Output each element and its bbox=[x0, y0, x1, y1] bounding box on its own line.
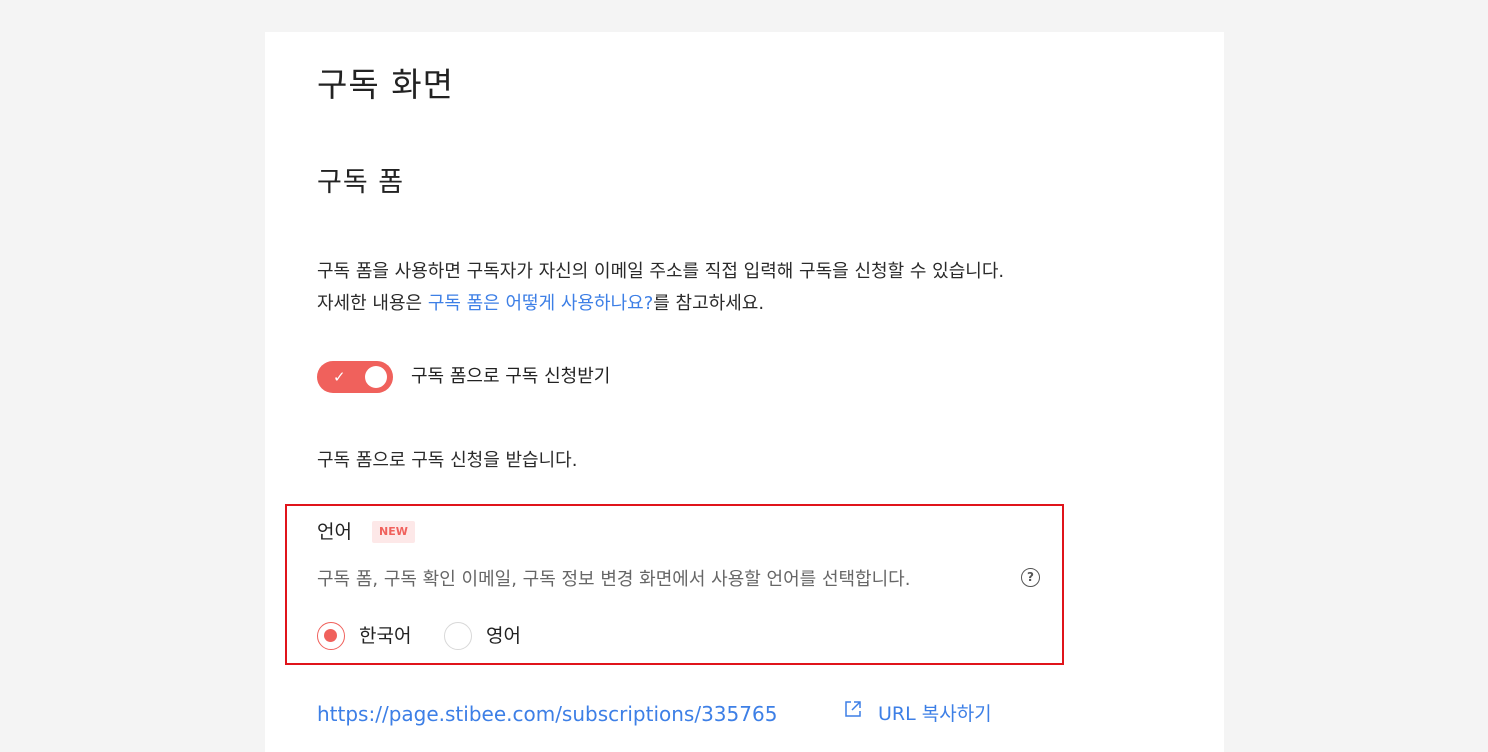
description-suffix: 를 참고하세요. bbox=[653, 293, 765, 314]
radio-korean-label[interactable]: 한국어 bbox=[359, 623, 411, 649]
subscription-url-link[interactable]: https://page.stibee.com/subscriptions/33… bbox=[317, 700, 777, 728]
radio-english[interactable] bbox=[444, 622, 472, 650]
radio-korean[interactable] bbox=[317, 622, 345, 650]
form-description: 구독 폼을 사용하면 구독자가 자신의 이메일 주소를 직접 입력해 구독을 신… bbox=[317, 256, 1004, 320]
section-title: 구독 폼 bbox=[317, 167, 405, 198]
toggle-knob bbox=[365, 366, 387, 388]
help-article-link[interactable]: 구독 폼은 어떻게 사용하나요? bbox=[428, 293, 653, 314]
help-icon[interactable]: ? bbox=[1021, 568, 1040, 587]
status-text: 구독 폼으로 구독 신청을 받습니다. bbox=[317, 450, 578, 471]
subscription-form-toggle[interactable]: ✓ bbox=[317, 361, 393, 393]
settings-card: 구독 화면 구독 폼 구독 폼을 사용하면 구독자가 자신의 이메일 주소를 직… bbox=[265, 32, 1224, 752]
language-description: 구독 폼, 구독 확인 이메일, 구독 정보 변경 화면에서 사용할 언어를 선… bbox=[317, 569, 911, 590]
language-title: 언어 bbox=[317, 521, 352, 543]
description-line1: 구독 폼을 사용하면 구독자가 자신의 이메일 주소를 직접 입력해 구독을 신… bbox=[317, 261, 1005, 282]
description-prefix: 자세한 내용은 bbox=[317, 293, 428, 314]
radio-english-label[interactable]: 영어 bbox=[486, 623, 521, 649]
new-badge: NEW bbox=[372, 521, 415, 543]
copy-url-button[interactable]: URL 복사하기 bbox=[878, 700, 992, 728]
page-title: 구독 화면 bbox=[317, 65, 454, 104]
external-link-icon[interactable] bbox=[843, 699, 863, 719]
toggle-label: 구독 폼으로 구독 신청받기 bbox=[411, 366, 611, 387]
description-line2: 자세한 내용은 구독 폼은 어떻게 사용하나요?를 참고하세요. bbox=[317, 288, 1004, 320]
check-icon: ✓ bbox=[333, 368, 346, 386]
